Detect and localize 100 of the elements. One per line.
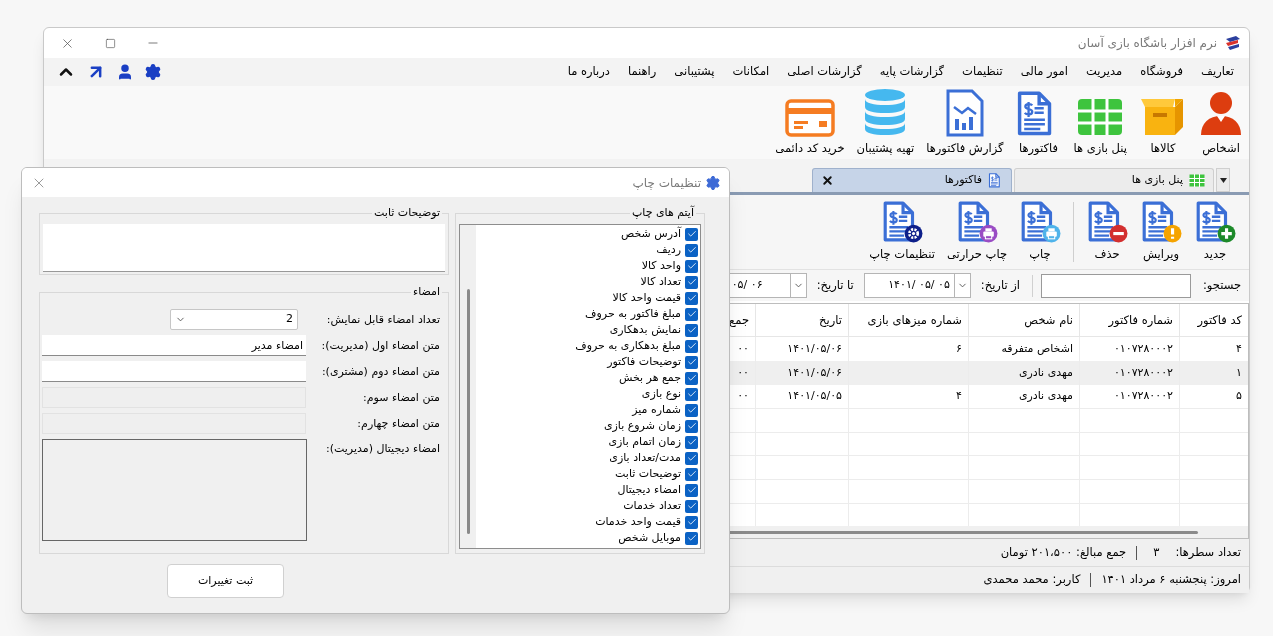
maximize-icon[interactable]	[105, 37, 116, 49]
toolbar-button[interactable]: جدید	[1191, 200, 1239, 264]
checkbox[interactable]	[685, 419, 698, 433]
checkbox-label: ردیف	[656, 241, 681, 258]
menu-item[interactable]: مدیریت	[1076, 63, 1132, 81]
menu-item[interactable]: پشتیبانی	[665, 63, 724, 81]
checkbox[interactable]	[685, 515, 698, 529]
column-header[interactable]: شماره میزهای بازی	[848, 304, 968, 337]
menu-item[interactable]: درباره ما	[558, 63, 619, 81]
field-label: متن امضاء اول (مدیریت):	[320, 338, 440, 355]
table-cell-text: ۶	[956, 341, 962, 357]
signature-count-select[interactable]: 2	[170, 309, 298, 330]
check-icon	[686, 389, 697, 399]
invoice-icon	[1019, 200, 1061, 243]
checkbox[interactable]	[685, 371, 698, 385]
checkbox[interactable]	[685, 531, 698, 545]
purchase-button[interactable]: خرید کد دائمی	[773, 86, 847, 157]
check-icon	[686, 341, 697, 351]
signature-image-box[interactable]	[42, 439, 307, 541]
table-cell-text: ۱۴۰۱/۰۵/۰۶	[787, 364, 842, 381]
check-icon	[686, 485, 697, 495]
invoice-report-button[interactable]: گزارش فاکتورها	[924, 86, 1006, 157]
checkbox[interactable]	[685, 499, 698, 513]
menu-item[interactable]: امور مالی	[1011, 63, 1077, 81]
tabs-menu-button[interactable]	[1216, 168, 1230, 192]
column-header[interactable]: نام شخص	[968, 304, 1079, 337]
toolbar-button[interactable]: چاپ حرارتی	[943, 200, 1010, 264]
menu-item[interactable]: گزارشات اصلی	[778, 63, 871, 81]
menu-item[interactable]: تنظیمات	[953, 63, 1012, 81]
signature-text-field[interactable]	[42, 361, 306, 382]
toolbar-button[interactable]: تنظیمات چاپ	[866, 200, 938, 264]
checkbox-label: مبلغ بدهکاری به حروف	[575, 337, 681, 354]
checkbox[interactable]	[685, 467, 698, 481]
checkbox[interactable]	[685, 339, 698, 353]
column-header[interactable]: کد فاکتور	[1179, 304, 1248, 337]
game-panel-button[interactable]: پنل بازی ها	[1071, 86, 1129, 157]
invoices-button[interactable]: فاکتورها	[1013, 86, 1064, 157]
user-icon[interactable]	[116, 63, 134, 81]
notes-field[interactable]	[43, 224, 445, 272]
tab-label: فاکتورها	[944, 172, 982, 189]
check-icon	[686, 277, 697, 287]
check-icon	[686, 533, 697, 543]
close-tab-icon[interactable]	[821, 174, 834, 187]
tab[interactable]: فاکتورها	[812, 168, 1012, 192]
table-cell-text: ۱۴۰۱/۰۵/۰۶	[787, 341, 842, 357]
goods-button[interactable]: کالاها	[1137, 86, 1189, 157]
checkbox[interactable]	[685, 323, 698, 337]
column-header[interactable]: شماره فاکتور	[1079, 304, 1179, 337]
checkbox-label: قیمت واحد خدمات	[595, 513, 681, 530]
signature-text-field[interactable]: امضاء مدیر	[42, 335, 306, 356]
field-label: تعداد امضاء قابل نمایش:	[325, 312, 440, 329]
checkbox-label: قیمت واحد کالا	[612, 289, 681, 306]
current-user: کاربر: محمد محمدی	[983, 571, 1081, 589]
checkbox[interactable]	[685, 387, 698, 401]
grid-icon	[1189, 174, 1205, 187]
check-icon	[686, 517, 697, 527]
menu-item[interactable]: تعاریف	[1192, 63, 1243, 81]
people-button[interactable]: اشخاص	[1197, 86, 1245, 157]
field-label: متن امضاء چهارم:	[356, 416, 440, 433]
database-icon	[863, 86, 908, 137]
search-field[interactable]	[1041, 273, 1191, 298]
check-icon	[686, 229, 697, 239]
from-date-label: از تاریخ:	[979, 276, 1021, 294]
checkbox[interactable]	[685, 227, 698, 241]
group-title: توضیحات ثابت	[372, 206, 442, 220]
toolbar-button[interactable]: ویرایش	[1137, 200, 1185, 264]
checkbox[interactable]	[685, 403, 698, 417]
backup-button[interactable]: تهیه پشتیبان	[854, 86, 917, 157]
checkbox[interactable]	[685, 435, 698, 449]
settings-icon[interactable]	[144, 63, 162, 81]
checkbox[interactable]	[685, 275, 698, 289]
column-header[interactable]: تاریخ	[755, 304, 848, 337]
checkbox[interactable]	[685, 243, 698, 257]
tab[interactable]: پنل بازی ها	[1014, 168, 1214, 192]
field-label: متن امضاء دوم (مشتری):	[320, 364, 440, 381]
from-date-picker[interactable]: ۱۴۰۱/ ۰۵/ ۰۵	[863, 273, 971, 298]
table-cell: ۱۴۰۱/۰۵/۰۵	[787, 388, 842, 405]
checkbox[interactable]	[685, 451, 698, 465]
today-date: امروز: پنجشنبه ۶ مرداد ۱۴۰۱	[1101, 571, 1241, 589]
dialog-title: تنظیمات چاپ	[632, 174, 701, 192]
menu-item[interactable]: گزارشات پایه	[870, 63, 954, 81]
check-icon	[686, 405, 697, 415]
invoice-icon	[1140, 200, 1182, 243]
checkbox[interactable]	[685, 291, 698, 305]
checkbox[interactable]	[685, 483, 698, 497]
checkbox-label: زمان اتمام بازی	[608, 433, 681, 450]
check-icon	[686, 453, 697, 463]
save-changes-button[interactable]: ثبت تغییرات	[167, 564, 284, 598]
table-cell-text: ۰۱۰۷۲۸۰۰۰۲	[1113, 364, 1173, 381]
toolbar-button[interactable]: حذف	[1083, 200, 1131, 264]
checkbox[interactable]	[685, 259, 698, 273]
scrollbar-thumb[interactable]	[466, 289, 470, 534]
toolbar-button[interactable]: چاپ	[1016, 200, 1064, 264]
menu-item[interactable]: راهنما	[618, 63, 666, 81]
menu-item[interactable]: فروشگاه	[1131, 63, 1193, 81]
checkbox[interactable]	[685, 307, 698, 321]
menu-item[interactable]: امکانات	[723, 63, 779, 81]
row-count-label: تعداد سطرها:	[1175, 543, 1241, 561]
tab-label: پنل بازی ها	[1131, 172, 1183, 189]
checkbox[interactable]	[685, 355, 698, 369]
